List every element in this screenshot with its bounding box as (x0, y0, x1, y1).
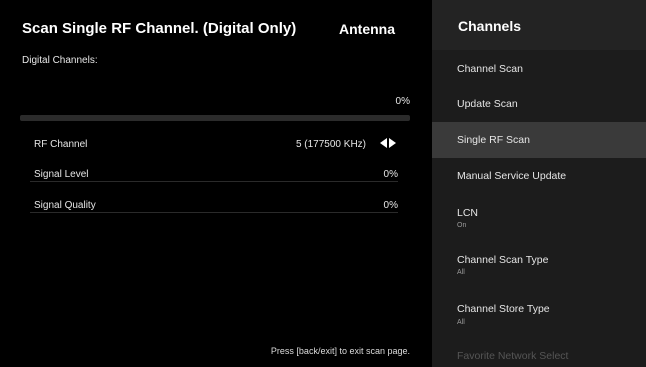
menu-item-label: Channel Scan (457, 63, 523, 75)
menu-item-label: Favorite Network Select (457, 350, 569, 362)
signal-level-value: 0% (383, 169, 398, 180)
menu-item-manual-service-update[interactable]: Manual Service Update (432, 158, 646, 194)
signal-level-label: Signal Level (34, 169, 89, 180)
triangle-right-icon[interactable] (389, 138, 396, 148)
signal-quality-row: Signal Quality 0% (22, 200, 398, 216)
signal-level-row: Signal Level 0% (22, 169, 398, 185)
menu-item-label: Single RF Scan (457, 134, 530, 146)
progress-bar (20, 115, 410, 121)
triangle-left-icon[interactable] (380, 138, 387, 148)
signal-quality-label: Signal Quality (34, 200, 96, 211)
source-label: Antenna (339, 21, 395, 37)
menu-item-value: On (457, 222, 467, 229)
menu-item-label: Channel Store Type (457, 303, 550, 315)
menu-item-channel-store-type[interactable]: Channel Store Type All (432, 288, 646, 336)
scan-panel: Scan Single RF Channel. (Digital Only) A… (0, 0, 432, 367)
menu-item-channel-scan-type[interactable]: Channel Scan Type All (432, 240, 646, 288)
page-title: Scan Single RF Channel. (Digital Only) (22, 20, 297, 37)
digital-channels-label: Digital Channels: (22, 55, 98, 66)
progress-percent: 0% (395, 96, 410, 107)
menu-item-value: All (457, 319, 465, 326)
signal-quality-value: 0% (383, 200, 398, 211)
rf-channel-row[interactable]: RF Channel 5 (177500 KHz) (22, 138, 398, 155)
menu-item-label: LCN (457, 207, 479, 219)
signal-level-bar (30, 181, 398, 182)
rf-channel-value: 5 (177500 KHz) (295, 139, 366, 150)
sidebar-title: Channels (458, 18, 522, 34)
rf-channel-label: RF Channel (34, 139, 88, 150)
menu-item-lcn[interactable]: LCN On (432, 194, 646, 240)
menu-item-label: Manual Service Update (457, 170, 567, 182)
sidebar-header: Channels (432, 0, 646, 50)
menu-item-single-rf-scan[interactable]: Single RF Scan (432, 122, 646, 158)
menu-item-label: Channel Scan Type (457, 254, 549, 266)
channels-sidebar: Channels Channel Scan Update Scan Single… (432, 0, 646, 367)
menu-item-channel-scan[interactable]: Channel Scan (432, 50, 646, 86)
menu-item-label: Update Scan (457, 98, 518, 110)
menu-item-favorite-network-select[interactable]: Favorite Network Select (432, 336, 646, 367)
menu-item-update-scan[interactable]: Update Scan (432, 86, 646, 122)
exit-hint: Press [back/exit] to exit scan page. (270, 346, 410, 356)
signal-quality-bar (30, 212, 398, 213)
menu-item-value: All (457, 269, 465, 276)
